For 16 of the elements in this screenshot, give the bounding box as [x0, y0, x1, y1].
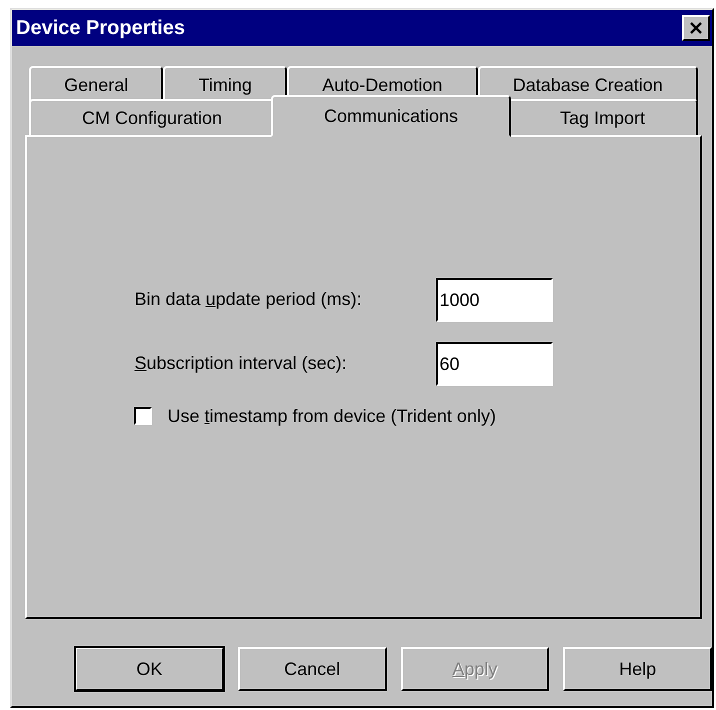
- tab[interactable]: Communications: [271, 95, 511, 137]
- dialog-button[interactable]: OK: [75, 647, 224, 691]
- checkbox-label[interactable]: Use timestamp from device (Trident only): [168, 406, 496, 426]
- checkbox[interactable]: [134, 407, 152, 425]
- field-label: Subscription interval (sec):: [134, 353, 347, 374]
- close-icon: [689, 22, 703, 34]
- close-button[interactable]: [682, 15, 710, 41]
- field-label: Bin data update period (ms):: [134, 289, 362, 310]
- tab[interactable]: Database Creation: [478, 66, 698, 102]
- window-title: Device Properties: [16, 16, 185, 40]
- dialog-button[interactable]: Cancel: [238, 647, 386, 691]
- dialog-button[interactable]: Help: [563, 647, 712, 691]
- input-field[interactable]: 1000: [436, 278, 552, 322]
- tab[interactable]: Timing: [163, 66, 288, 102]
- input-field[interactable]: 60: [436, 342, 552, 386]
- tab[interactable]: General: [29, 66, 164, 102]
